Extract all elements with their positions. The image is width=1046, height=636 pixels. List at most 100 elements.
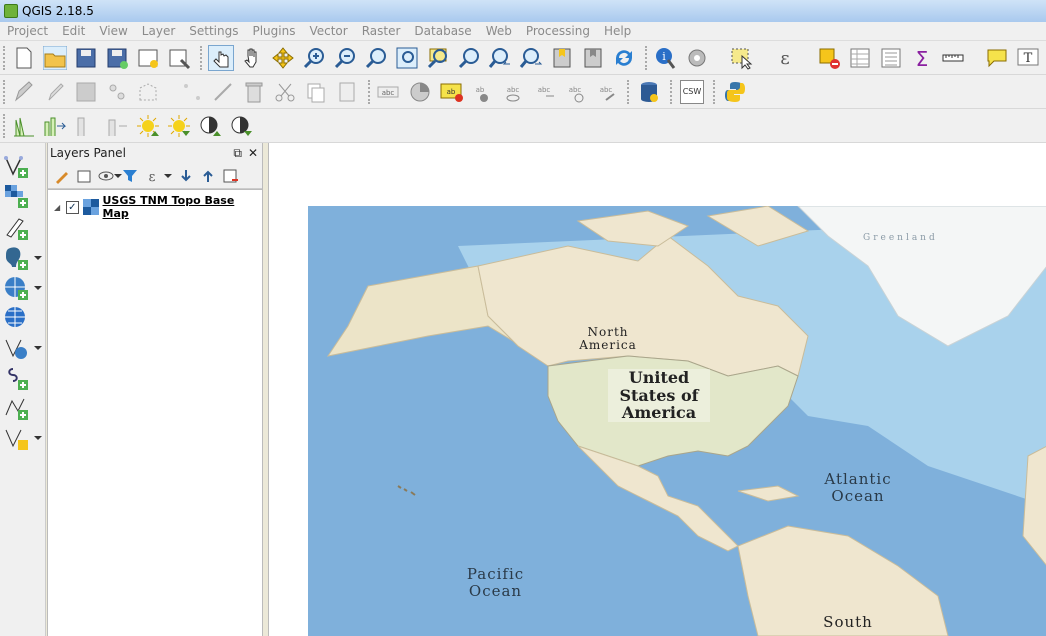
change-label-icon[interactable]: abc [594, 80, 618, 104]
zoom-next-icon[interactable] [519, 46, 543, 70]
raster-stretch-icon[interactable] [43, 114, 67, 138]
show-bookmarks-icon[interactable] [581, 46, 605, 70]
menu-layer[interactable]: Layer [135, 24, 182, 38]
copy-features-icon[interactable] [304, 80, 328, 104]
chevron-down-icon[interactable] [34, 286, 42, 290]
add-delimited-text-layer-icon[interactable] [3, 215, 29, 241]
add-spatialite-layer-icon[interactable] [3, 365, 29, 391]
add-wms-layer-icon[interactable] [3, 275, 29, 301]
new-print-composer-icon[interactable] [136, 46, 160, 70]
layer-diagram-icon[interactable] [408, 80, 432, 104]
toolbar-grip[interactable] [645, 46, 649, 70]
layer-visibility-checkbox[interactable]: ✓ [65, 200, 79, 214]
measure-line-icon[interactable] [941, 46, 965, 70]
menu-database[interactable]: Database [407, 24, 478, 38]
node-tool-icon[interactable] [180, 80, 204, 104]
identify-icon[interactable]: i [654, 46, 678, 70]
add-group-icon[interactable] [76, 168, 92, 184]
deselect-icon[interactable] [817, 46, 841, 70]
open-attribute-table-icon[interactable] [848, 46, 872, 70]
zoom-full-icon[interactable] [395, 46, 419, 70]
map-canvas[interactable]: Greenland North America United States of… [268, 143, 1046, 636]
toggle-editing-icon[interactable] [43, 80, 67, 104]
toolbar-grip[interactable] [3, 46, 7, 70]
layer-name[interactable]: USGS TNM Topo Base Map [103, 194, 263, 220]
chevron-down-icon[interactable] [34, 436, 42, 440]
expand-all-icon[interactable] [178, 168, 194, 184]
toolbar-grip[interactable] [3, 80, 7, 104]
highlight-pinned-labels-icon[interactable]: ab [439, 80, 463, 104]
toolbar-grip[interactable] [200, 46, 204, 70]
raster-local-stretch-icon[interactable] [74, 114, 98, 138]
close-icon[interactable]: ✕ [248, 146, 258, 161]
open-project-icon[interactable] [43, 46, 67, 70]
add-postgis-layer-icon[interactable] [3, 245, 29, 271]
text-annotation-icon[interactable]: T [1016, 46, 1040, 70]
manage-map-themes-icon[interactable] [98, 168, 114, 184]
csw-metasearch-button[interactable]: CSW [680, 80, 704, 104]
decrease-contrast-icon[interactable] [229, 114, 253, 138]
menu-view[interactable]: View [92, 24, 134, 38]
open-field-calculator-icon[interactable] [879, 46, 903, 70]
zoom-in-icon[interactable] [302, 46, 326, 70]
select-features-icon[interactable] [729, 46, 753, 70]
save-project-icon[interactable] [74, 46, 98, 70]
open-layer-styling-icon[interactable] [54, 168, 70, 184]
map-tips-icon[interactable] [985, 46, 1009, 70]
toolbar-grip[interactable] [3, 114, 7, 138]
rotate-label-icon[interactable]: abc [563, 80, 587, 104]
undock-icon[interactable]: ⧉ [233, 146, 242, 161]
menu-raster[interactable]: Raster [355, 24, 408, 38]
toolbar-grip[interactable] [670, 80, 674, 104]
menu-project[interactable]: Project [0, 24, 55, 38]
delete-part-icon[interactable] [211, 80, 235, 104]
menu-help[interactable]: Help [597, 24, 638, 38]
increase-brightness-icon[interactable] [136, 114, 160, 138]
delete-selected-icon[interactable] [242, 80, 266, 104]
save-as-icon[interactable] [105, 46, 129, 70]
add-wcs-layer-icon[interactable] [3, 305, 29, 331]
add-raster-layer-icon[interactable] [3, 183, 29, 209]
save-layer-edits-icon[interactable] [74, 80, 98, 104]
zoom-to-selection-icon[interactable] [426, 46, 450, 70]
zoom-to-layer-icon[interactable] [457, 46, 481, 70]
pan-to-selection-icon[interactable] [271, 46, 295, 70]
statistical-summary-icon[interactable]: Σ [910, 46, 934, 70]
move-label-icon[interactable]: abc [532, 80, 556, 104]
menu-processing[interactable]: Processing [519, 24, 597, 38]
chevron-down-icon[interactable] [34, 256, 42, 260]
new-bookmark-icon[interactable] [550, 46, 574, 70]
show-hide-labels-icon[interactable]: abc [501, 80, 525, 104]
new-project-icon[interactable] [12, 46, 36, 70]
menu-plugins[interactable]: Plugins [245, 24, 302, 38]
add-vector-layer-icon[interactable] [3, 153, 29, 179]
menu-vector[interactable]: Vector [302, 24, 354, 38]
cut-features-icon[interactable] [273, 80, 297, 104]
zoom-out-icon[interactable] [333, 46, 357, 70]
python-console-icon[interactable] [723, 80, 747, 104]
toolbar-grip[interactable] [368, 80, 372, 104]
zoom-last-icon[interactable] [488, 46, 512, 70]
increase-contrast-icon[interactable] [198, 114, 222, 138]
remove-layer-icon[interactable] [222, 168, 238, 184]
menu-settings[interactable]: Settings [182, 24, 245, 38]
composer-manager-icon[interactable] [167, 46, 191, 70]
basemap-image[interactable]: Greenland North America United States of… [308, 206, 1046, 636]
zoom-actual-size-icon[interactable] [364, 46, 388, 70]
chevron-down-icon[interactable] [34, 346, 42, 350]
expand-arrow-icon[interactable]: ◢ [54, 203, 62, 212]
chevron-down-icon[interactable] [164, 174, 172, 178]
move-feature-icon[interactable] [136, 80, 160, 104]
paste-features-icon[interactable] [335, 80, 359, 104]
raster-full-stretch-icon[interactable] [105, 114, 129, 138]
layer-row[interactable]: ◢ ✓ USGS TNM Topo Base Map [54, 194, 262, 220]
filter-legend-icon[interactable] [122, 168, 138, 184]
touch-zoom-icon[interactable] [208, 45, 234, 71]
add-feature-icon[interactable] [105, 80, 129, 104]
menu-edit[interactable]: Edit [55, 24, 92, 38]
refresh-icon[interactable] [612, 46, 636, 70]
select-by-expression-icon[interactable]: ε [773, 46, 797, 70]
chevron-down-icon[interactable] [114, 174, 122, 178]
add-wfs-layer-icon[interactable] [3, 335, 29, 361]
decrease-brightness-icon[interactable] [167, 114, 191, 138]
